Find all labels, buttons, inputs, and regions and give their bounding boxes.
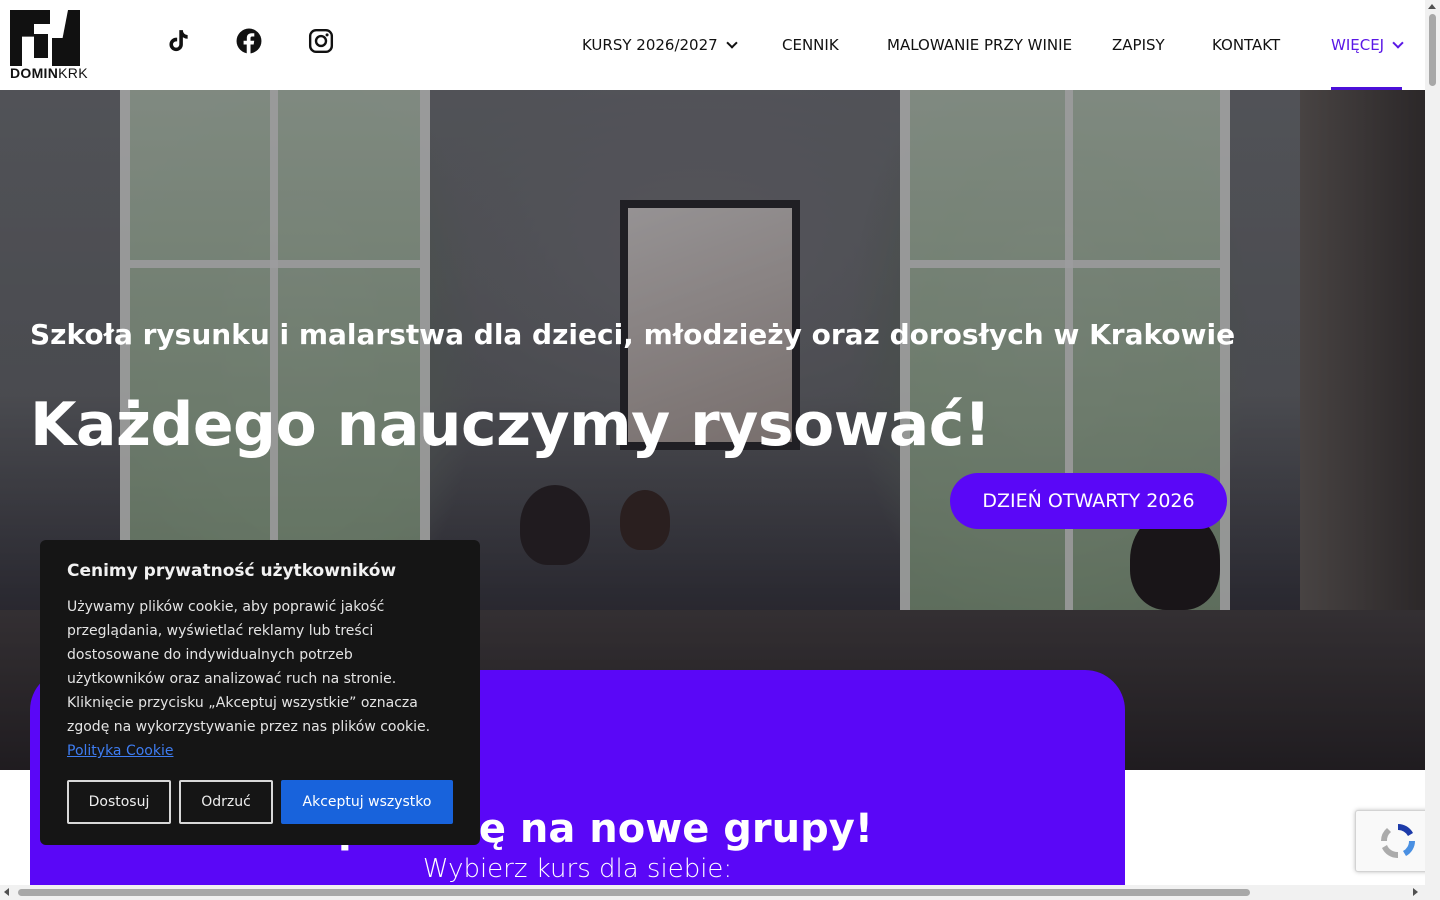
nav-cennik[interactable]: CENNIK — [782, 0, 839, 90]
facebook-icon[interactable] — [235, 27, 263, 55]
logo-text: DOMINKRK — [10, 65, 88, 81]
hero-headline: Każdego nauczymy rysować! — [30, 390, 991, 460]
chevron-down-icon — [1392, 36, 1404, 49]
nav-wiecej[interactable]: WIĘCEJ — [1331, 0, 1404, 90]
cookie-accept-button[interactable]: Akceptuj wszystko — [281, 780, 453, 824]
scrollbar-corner — [1425, 885, 1440, 900]
site-logo[interactable]: DOMINKRK — [10, 10, 88, 81]
vertical-scrollbar[interactable] — [1425, 0, 1440, 885]
horizontal-scroll-thumb[interactable] — [18, 889, 1250, 896]
promo-subtitle: Wybierz kurs dla siebie: — [422, 854, 733, 884]
scroll-up-icon[interactable] — [1428, 4, 1436, 9]
nav-kursy[interactable]: KURSY 2026/2027 — [582, 0, 738, 90]
cookie-title: Cenimy prywatność użytkowników — [67, 561, 397, 581]
recaptcha-icon — [1380, 824, 1415, 859]
cookie-text: Używamy plików cookie, aby poprawić jako… — [67, 599, 431, 759]
vertical-scroll-thumb[interactable] — [1429, 14, 1436, 86]
cookie-customize-button[interactable]: Dostosuj — [67, 780, 171, 824]
instagram-icon[interactable] — [307, 27, 335, 55]
scroll-right-icon[interactable] — [1413, 888, 1418, 896]
nav-zapisy[interactable]: ZAPISY — [1112, 0, 1165, 90]
nav-malowanie-przy-winie[interactable]: MALOWANIE PRZY WINIE — [887, 0, 1072, 90]
site-header: DOMINKRK KURSY 2026/2027 CENNIK MALOWANI… — [0, 0, 1425, 90]
nav-kontakt[interactable]: KONTAKT — [1212, 0, 1280, 90]
horizontal-scrollbar[interactable] — [0, 885, 1425, 900]
cookie-policy-link[interactable]: Polityka Cookie — [67, 743, 173, 759]
cookie-reject-button[interactable]: Odrzuć — [179, 780, 273, 824]
logo-mark — [10, 10, 80, 66]
tiktok-icon[interactable] — [164, 27, 192, 55]
open-day-button[interactable]: DZIEŃ OTWARTY 2026 — [950, 473, 1227, 529]
hero-subtitle: Szkoła rysunku i malarstwa dla dzieci, m… — [30, 318, 1236, 351]
scroll-left-icon[interactable] — [4, 888, 9, 896]
cookie-banner: Cenimy prywatność użytkowników Używamy p… — [40, 540, 480, 845]
chevron-down-icon — [726, 36, 738, 49]
